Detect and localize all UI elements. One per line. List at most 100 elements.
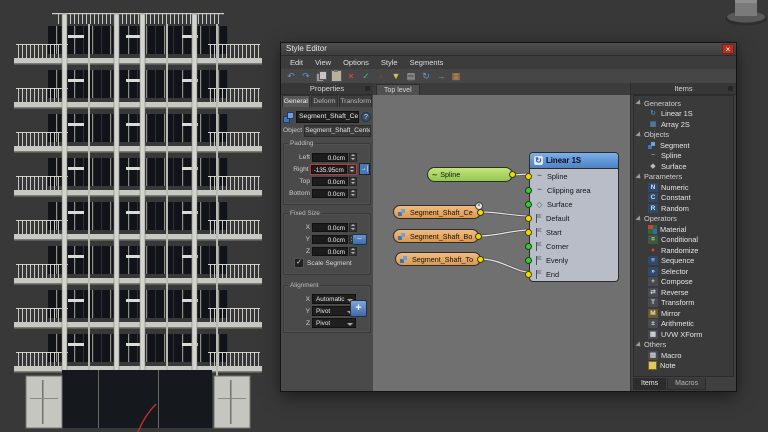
delete-button[interactable]: × <box>344 70 358 82</box>
item-surface[interactable]: ◆Surface <box>636 161 733 172</box>
item-material[interactable]: Material <box>636 224 733 235</box>
padding-left-field[interactable]: 0.0cm <box>312 153 348 162</box>
segment-top-label: Segment_Shaft_To <box>412 255 473 264</box>
port-evenly[interactable]: Evenly <box>530 253 618 267</box>
padding-top-spinner[interactable] <box>349 177 357 186</box>
item-linear-1s[interactable]: ↻Linear 1S <box>636 109 733 120</box>
fixed-size-y-field[interactable]: 0.0cm <box>312 235 348 244</box>
close-icon: × <box>726 45 731 54</box>
item-spline[interactable]: ~Spline <box>636 151 733 162</box>
item-reverse[interactable]: ⇄Reverse <box>636 287 733 298</box>
undo-button[interactable]: ↶ <box>284 70 298 82</box>
building-door-left <box>26 376 62 428</box>
tab-general[interactable]: General <box>282 95 310 107</box>
item-sequence[interactable]: ≡Sequence <box>636 256 733 267</box>
fixed-size-z-spinner[interactable] <box>349 247 357 256</box>
item-compose[interactable]: +Compose <box>636 277 733 288</box>
padding-bottom-field[interactable]: 0.0cm <box>312 189 348 198</box>
filter-button[interactable]: ▼ <box>389 70 403 82</box>
menu-bar: Edit View Options Style Segments <box>281 56 736 70</box>
section-operators[interactable]: Operators <box>636 214 733 225</box>
close-button[interactable]: × <box>722 44 734 54</box>
port-corner[interactable]: Corner <box>530 239 618 253</box>
item-note[interactable]: Note <box>636 361 733 372</box>
segment-bottom-output-port[interactable] <box>475 233 482 240</box>
alignment-z-dropdown[interactable]: Pivot <box>312 318 356 328</box>
fixed-size-group: Fixed Size X 0.0cm Y 0.0cm – Z 0.0cm ✓ S… <box>283 213 371 275</box>
port-default[interactable]: Default <box>530 211 618 225</box>
viewcube-widget[interactable] <box>720 0 768 28</box>
pin-icon[interactable] <box>728 86 733 91</box>
item-constant[interactable]: CConstant <box>636 193 733 204</box>
item-mirror[interactable]: MMirror <box>636 308 733 319</box>
item-random[interactable]: RRandom <box>636 203 733 214</box>
node-segment-center[interactable]: Segment_Shaft_Ce × <box>393 205 481 219</box>
menu-segments[interactable]: Segments <box>405 57 449 68</box>
fixed-size-x-spinner[interactable] <box>349 223 357 232</box>
node-linear-1s-generator[interactable]: ↻ Linear 1S ~Spline ~Clipping area ◇Surf… <box>529 152 619 282</box>
item-numeric[interactable]: NNumeric <box>636 182 733 193</box>
help-button[interactable]: ? <box>361 112 371 122</box>
port-start[interactable]: Start <box>530 225 618 239</box>
link-axes-icon[interactable]: – <box>352 234 367 245</box>
menu-edit[interactable]: Edit <box>285 57 308 68</box>
spline-output-port[interactable] <box>509 171 516 178</box>
section-others[interactable]: Others <box>636 340 733 351</box>
port-spline[interactable]: ~Spline <box>530 169 618 183</box>
start-flag-icon <box>535 228 543 237</box>
generator-header[interactable]: ↻ Linear 1S <box>530 153 618 169</box>
menu-options[interactable]: Options <box>338 57 374 68</box>
item-transform[interactable]: TTransform <box>636 298 733 309</box>
padding-bottom-spinner[interactable] <box>349 189 357 198</box>
tab-deform[interactable]: Deform <box>311 95 339 107</box>
item-arithmetic[interactable]: ±Arithmetic <box>636 319 733 330</box>
paste-button[interactable] <box>329 70 343 82</box>
item-conditional[interactable]: =Conditional <box>636 235 733 246</box>
item-array-2s[interactable]: ▦Array 2S <box>636 119 733 130</box>
tab-items[interactable]: Items <box>633 378 666 390</box>
item-segment[interactable]: Segment <box>636 140 733 151</box>
node-segment-top[interactable]: Segment_Shaft_To <box>395 252 481 266</box>
item-randomize[interactable]: ●Randomize <box>636 245 733 256</box>
port-surface[interactable]: ◇Surface <box>530 197 618 211</box>
apply-icon: ✓ <box>362 71 370 81</box>
item-selector[interactable]: »Selector <box>636 266 733 277</box>
menu-view[interactable]: View <box>310 57 336 68</box>
tab-transform[interactable]: Transform <box>339 95 372 107</box>
fixed-size-x-field[interactable]: 0.0cm <box>312 223 348 232</box>
padding-right-spinner[interactable] <box>348 165 356 174</box>
menu-style[interactable]: Style <box>376 57 403 68</box>
scale-segment-checkbox[interactable]: ✓ <box>294 258 304 268</box>
padding-left-spinner[interactable] <box>349 153 357 162</box>
node-canvas[interactable]: ~ Spline Segment_Shaft_Ce × Segment_Shaf… <box>373 95 631 391</box>
pin-icon[interactable] <box>365 86 370 91</box>
tab-macros[interactable]: Macros <box>667 378 706 390</box>
padding-top-field[interactable]: 0.0cm <box>312 177 348 186</box>
padding-right-field[interactable]: -135.95cm <box>311 165 347 174</box>
apply-button[interactable]: ✓ <box>359 70 373 82</box>
list-button[interactable]: ▤ <box>404 70 418 82</box>
surface-port-icon: ◇ <box>535 200 544 209</box>
node-spline[interactable]: ~ Spline <box>427 167 513 182</box>
copy-button[interactable] <box>314 70 328 82</box>
window-titlebar[interactable]: Style Editor × <box>281 43 736 56</box>
segment-top-output-port[interactable] <box>477 256 484 263</box>
filter-icon: ▼ <box>392 71 401 81</box>
segment-node-icon <box>398 208 407 217</box>
record-button[interactable]: ● <box>374 70 388 82</box>
item-uvw-xform[interactable]: ▦UVW XForm <box>636 329 733 340</box>
export-button[interactable]: → <box>434 70 448 82</box>
node-segment-bottom[interactable]: Segment_Shaft_Bo <box>393 229 479 243</box>
section-parameters[interactable]: Parameters <box>636 172 733 183</box>
item-macro[interactable]: ▤Macro <box>636 350 733 361</box>
fixed-size-z-field[interactable]: 0.0cm <box>312 247 348 256</box>
port-clipping-area[interactable]: ~Clipping area <box>530 183 618 197</box>
redo-button[interactable]: ↷ <box>299 70 313 82</box>
object-picker-button[interactable]: Segment_Shaft_Center <box>304 125 371 137</box>
refresh-button[interactable]: ↻ <box>419 70 433 82</box>
segment-name-input[interactable]: Segment_Shaft_Center <box>296 111 359 123</box>
section-objects[interactable]: Objects <box>636 130 733 141</box>
port-end[interactable]: End <box>530 267 618 281</box>
section-generators[interactable]: Generators <box>636 98 733 109</box>
material-button[interactable]: ▦ <box>449 70 463 82</box>
